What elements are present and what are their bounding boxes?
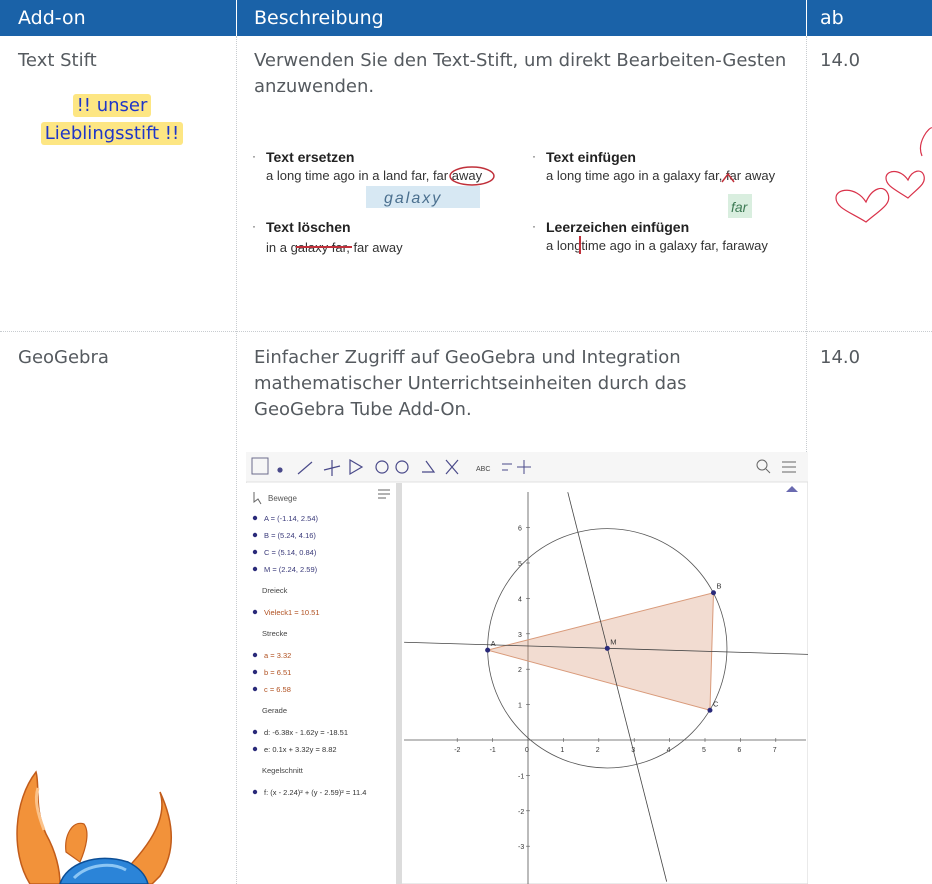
y-tick-label: -2 xyxy=(518,809,524,816)
favorite-sticker: !! unser Lieblingsstift !! xyxy=(16,92,208,148)
svg-text:·: · xyxy=(532,219,536,233)
version-geogebra: 14.0 xyxy=(820,347,861,368)
space-title: Leerzeichen einfügen xyxy=(546,219,689,235)
geogebra-screenshot: ABC Bewege A = (-1.14, 2.54)B = (5.24, 4… xyxy=(246,452,808,884)
header-divider xyxy=(806,0,807,36)
text-tool-button[interactable]: ABC xyxy=(476,466,490,473)
point-tool-icon xyxy=(277,467,283,473)
y-tick-label: 6 xyxy=(518,526,522,533)
mascot-illustration xyxy=(16,770,172,884)
addon-name-textstift: Text Stift xyxy=(18,50,97,71)
textpen-example-image: · Text ersetzen a long time ago in a lan… xyxy=(244,136,800,270)
y-tick-label: 1 xyxy=(518,703,522,710)
header-version: ab xyxy=(820,7,844,29)
x-tick-label: 1 xyxy=(560,747,564,754)
sticker-line2: Lieblingsstift !! xyxy=(40,122,184,145)
replace-title: Text ersetzen xyxy=(266,149,354,165)
y-tick-label: 3 xyxy=(518,632,522,639)
point-a[interactable] xyxy=(485,647,491,653)
y-tick-label: 4 xyxy=(518,596,522,603)
x-tick-label: 0 xyxy=(525,747,529,754)
svg-text:·: · xyxy=(252,149,256,163)
row-divider xyxy=(0,331,932,332)
insert-handwriting: far xyxy=(731,199,749,215)
table-header xyxy=(0,0,932,36)
y-tick-label: -3 xyxy=(518,844,524,851)
insert-text: a long time ago in a galaxy far, far awa… xyxy=(546,168,776,183)
y-tick-label: 2 xyxy=(518,667,522,674)
description-textstift: Verwenden Sie den Text-Stift, um direkt … xyxy=(254,50,787,97)
svg-text:·: · xyxy=(532,149,536,163)
hearts-doodle xyxy=(835,127,932,223)
column-divider xyxy=(236,36,237,884)
point-label: A xyxy=(491,639,496,648)
svg-text:·: · xyxy=(252,219,256,233)
header-addon: Add-on xyxy=(18,7,86,29)
y-tick-label: -1 xyxy=(518,773,524,780)
addon-name-geogebra: GeoGebra xyxy=(18,347,109,368)
x-tick-label: 6 xyxy=(737,747,741,754)
header-divider xyxy=(236,0,237,36)
version-textstift: 14.0 xyxy=(820,50,861,71)
point-c[interactable] xyxy=(707,707,713,713)
x-tick-label: -1 xyxy=(490,747,496,754)
header-description: Beschreibung xyxy=(254,7,384,29)
x-tick-label: 7 xyxy=(773,747,777,754)
point-label: B xyxy=(716,582,721,591)
description-geogebra: Einfacher Zugriff auf GeoGebra und Integ… xyxy=(254,347,687,420)
x-tick-label: 2 xyxy=(596,747,600,754)
point-label: C xyxy=(713,699,719,708)
point-b[interactable] xyxy=(710,590,716,596)
sticker-line1: !! unser xyxy=(72,94,152,117)
x-tick-label: -2 xyxy=(454,747,460,754)
delete-title: Text löschen xyxy=(266,219,351,235)
replace-handwriting: galaxy xyxy=(384,190,442,207)
point-m[interactable] xyxy=(604,645,610,651)
point-label: M xyxy=(610,637,616,646)
x-tick-label: 5 xyxy=(702,747,706,754)
insert-title: Text einfügen xyxy=(546,149,636,165)
